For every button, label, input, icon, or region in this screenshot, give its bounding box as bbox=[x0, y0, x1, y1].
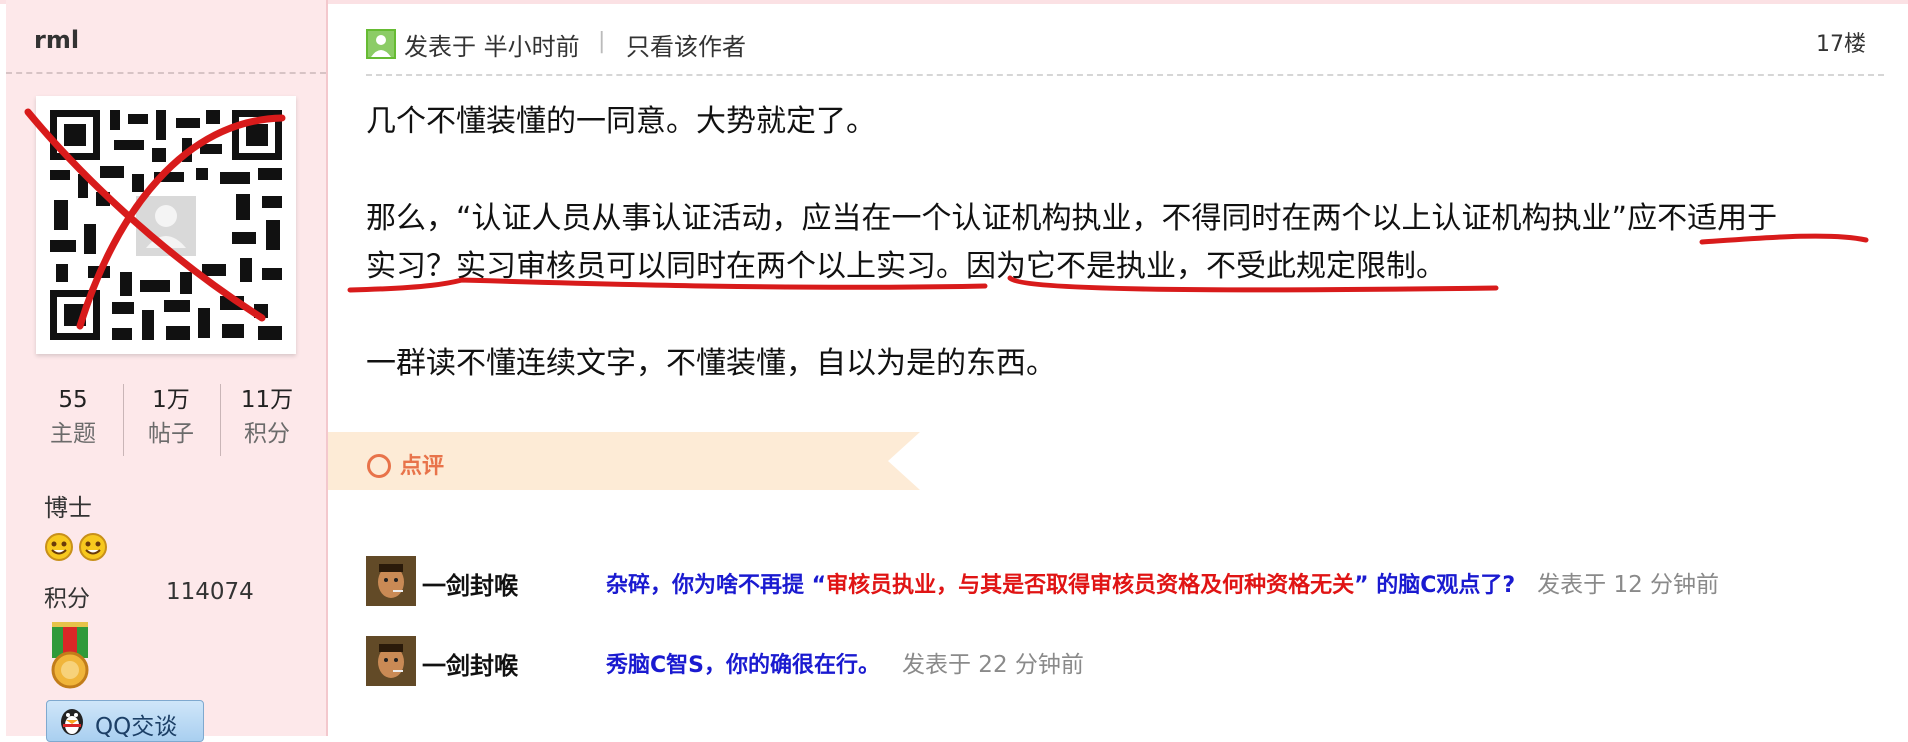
comment-time: 发表于 12 分钟前 bbox=[1537, 572, 1720, 598]
stat-value: 1万 bbox=[152, 387, 190, 413]
post-paragraph: 一群读不懂连续文字，不懂装懂，自以为是的东西。 bbox=[366, 346, 1056, 381]
score-value: 114074 bbox=[166, 579, 254, 605]
stat-value: 55 bbox=[58, 387, 88, 413]
author-stats: 55 主题 1万 帖子 11万 积分 bbox=[26, 384, 306, 456]
user-rank-title: 博士 bbox=[44, 494, 92, 522]
stat-credits[interactable]: 11万 积分 bbox=[220, 384, 314, 452]
stat-label: 积分 bbox=[244, 421, 290, 447]
forum-post-page: rml 55 主题 1万 帖子 11万 积分 博士 积分 114074 QQ交谈… bbox=[0, 0, 1908, 742]
posted-time: 发表于 半小时前 bbox=[404, 33, 580, 61]
stat-label: 主题 bbox=[50, 421, 96, 447]
smiley-icon bbox=[45, 533, 73, 561]
qr-code-avatar[interactable] bbox=[36, 96, 296, 354]
smiley-icon bbox=[79, 533, 107, 561]
qr-code-image bbox=[36, 96, 296, 354]
comment-text: 杂碎，你为啥不再提 “审核员执业，与其是否取得审核员资格及何种资格无关” 的脑C… bbox=[606, 565, 1719, 599]
comment-quoted-text: 审核员执业，与其是否取得审核员资格及何种资格无关 bbox=[826, 573, 1355, 598]
online-user-icon bbox=[366, 29, 396, 59]
stat-topics[interactable]: 55 主题 bbox=[26, 384, 120, 452]
commenter-avatar[interactable] bbox=[366, 556, 416, 606]
only-author-link[interactable]: 只看该作者 bbox=[626, 27, 746, 62]
comment-item: 一剑封喉 秀脑C智S，你的确很在行。 发表于 22 分钟前 bbox=[366, 636, 1866, 686]
commenter-name[interactable]: 一剑封喉 bbox=[422, 566, 518, 601]
commenter-name[interactable]: 一剑封喉 bbox=[422, 646, 518, 681]
post-paragraph: 那么，“认证人员从事认证活动，应当在一个认证机构执业，不得同时在两个以上认证机构… bbox=[366, 201, 1778, 236]
post-paragraph: 几个不懂装懂的一同意。大势就定了。 bbox=[366, 104, 876, 139]
author-sidebar: rml 55 主题 1万 帖子 11万 积分 博士 积分 114074 QQ交谈 bbox=[6, 0, 328, 742]
comment-section-title: 点评 bbox=[400, 454, 445, 479]
score-label: 积分 bbox=[44, 586, 90, 612]
medal-icon[interactable] bbox=[48, 620, 92, 692]
stat-value: 11万 bbox=[240, 387, 294, 413]
stat-label: 帖子 bbox=[148, 421, 194, 447]
post-divider bbox=[366, 74, 1884, 76]
comment-circle-icon bbox=[367, 454, 391, 478]
qq-penguin-icon bbox=[61, 709, 83, 735]
post-header: 发表于 半小时前 | 只看该作者 17楼 bbox=[366, 24, 1866, 64]
comment-time: 发表于 22 分钟前 bbox=[902, 652, 1084, 678]
comment-text-part: ” 的脑C观点了? bbox=[1354, 573, 1516, 598]
header-separator: | bbox=[598, 29, 606, 54]
comment-text-part: 秀脑C智S，你的确很在行。 bbox=[606, 653, 880, 678]
commenter-avatar[interactable] bbox=[366, 636, 416, 686]
post-paragraph: 实习？实习审核员可以同时在两个以上实习。因为它不是执业，不受此规定限制。 bbox=[366, 249, 1446, 284]
comment-item: 一剑封喉 杂碎，你为啥不再提 “审核员执业，与其是否取得审核员资格及何种资格无关… bbox=[366, 556, 1866, 606]
sidebar-divider bbox=[6, 72, 326, 74]
author-name-link[interactable]: rml bbox=[34, 26, 79, 54]
stat-posts[interactable]: 1万 帖子 bbox=[124, 384, 218, 452]
floor-number[interactable]: 17楼 bbox=[1816, 26, 1866, 58]
comment-text-part: 杂碎，你为啥不再提 “ bbox=[606, 573, 827, 598]
comment-text: 秀脑C智S，你的确很在行。 发表于 22 分钟前 bbox=[606, 645, 1084, 679]
